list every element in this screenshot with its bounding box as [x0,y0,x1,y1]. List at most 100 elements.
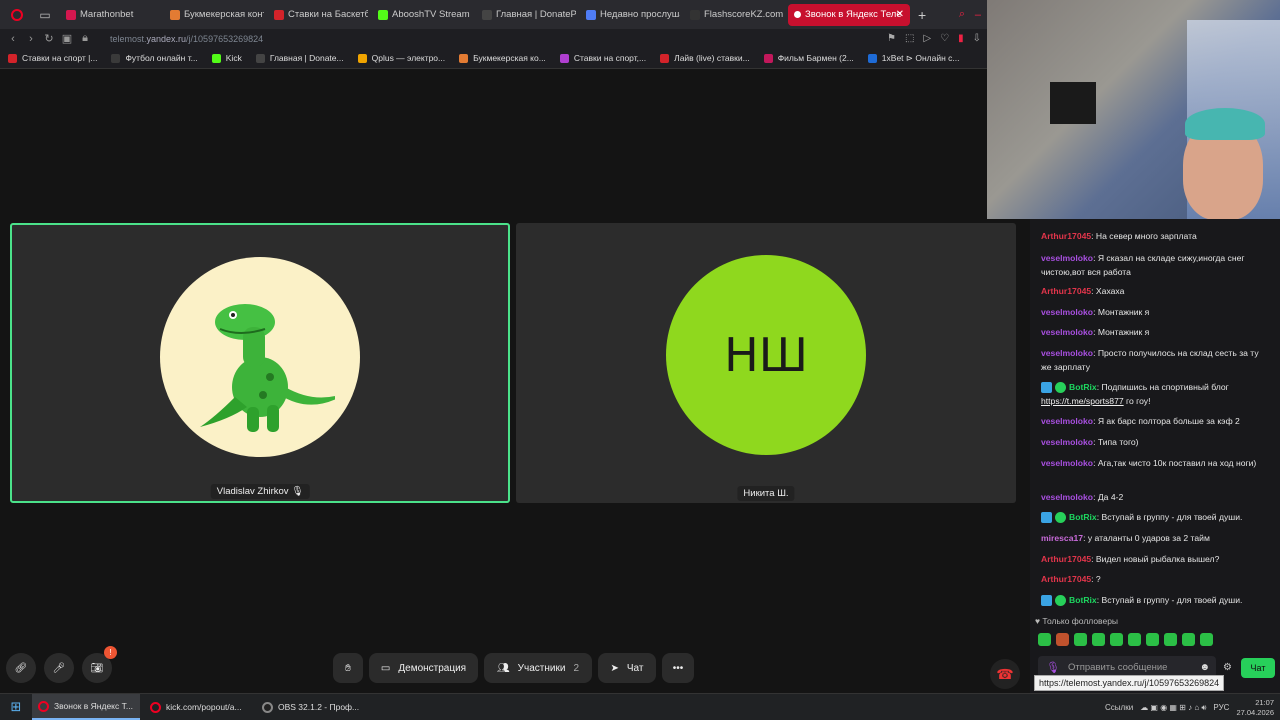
emoji-icon[interactable]: ☻ [1199,662,1210,673]
minimize-icon[interactable]: – [975,9,981,21]
copy-link-button[interactable]: 🔗︎ [6,653,36,683]
bookmark-page-icon[interactable]: ⚑ [887,33,896,44]
chat-username[interactable]: veselmoloko [1041,492,1093,502]
browser-tab[interactable]: Недавно прослуша [580,4,680,26]
tray-icons[interactable]: ☁ ▣ ◉ ▦ ⊞ ♪ ⌂ 🔊︎ [1140,703,1206,713]
clock[interactable]: 21:07 27.04.2026 [1236,698,1274,718]
bookmark-label: Ставки на спорт,... [573,53,647,63]
tab-active[interactable]: Звонок в Яндекс Теле ✕ [788,3,910,26]
taskbar-app[interactable]: kick.com/popout/a... [144,694,252,720]
url-field[interactable]: telemost.yandex.ru/j/10597653269824 [110,34,263,44]
emote-icon[interactable] [1164,633,1177,646]
chat-username[interactable]: Arthur17045 [1041,574,1091,584]
camera-button[interactable]: 📷︎! [82,646,117,683]
bookmark-item[interactable]: Kick [211,53,242,63]
bookmark-item[interactable]: Фильм Бармен (2... [763,53,854,63]
browser-tab-bar: ▭ Marathonbet Букмекерская конт Ставки на … [0,0,987,29]
emote-icon[interactable] [1092,633,1105,646]
bookmark-label: Kick [225,53,242,63]
heart-icon: ♥ [1035,616,1041,626]
vpn-icon[interactable]: ▮ [958,33,964,44]
screenshot-icon[interactable]: ⬚ [905,33,914,44]
emote-icon[interactable] [1128,633,1141,646]
emote-icon[interactable] [1056,633,1069,646]
reload-icon[interactable]: ↻ [40,32,58,45]
chat-send-button[interactable]: Чат [1241,658,1275,678]
snapshot-icon[interactable]: ▣ [58,32,76,45]
bookmark-item[interactable]: Ставки на спорт |... [8,53,97,63]
heart-icon[interactable]: ♡ [940,33,949,44]
tab-favicon-icon [66,9,76,20]
bookmark-item[interactable]: Qplus — электро... [357,53,445,63]
chat-username[interactable]: veselmoloko [1041,327,1093,337]
chat-username[interactable]: Arthur17045 [1041,231,1091,241]
mic-icon[interactable]: 🎙︎ [1046,661,1060,674]
chat-username[interactable]: veselmoloko [1041,416,1093,426]
download-icon[interactable]: ⇩ [973,33,981,44]
chat-text: : Монтажник я [1093,327,1150,337]
browser-tab[interactable]: Букмекерская конт [164,4,264,26]
chat-username[interactable]: veselmoloko [1041,348,1093,358]
chat-username[interactable]: Arthur17045 [1041,554,1091,564]
chat-username[interactable]: BotRix [1069,512,1097,522]
windows-start-icon[interactable]: ⊞ [0,694,32,720]
language-indicator[interactable]: РУС [1213,703,1229,712]
bookmark-item[interactable]: Ставки на спорт,... [559,53,647,63]
browser-tab[interactable]: FlashscoreKZ.com - [684,4,784,26]
taskbar-app[interactable]: Звонок в Яндекс Т... [32,694,140,720]
chat-text-after: го гоу! [1123,396,1151,406]
emote-icon[interactable] [1074,633,1087,646]
links-label[interactable]: Ссылки [1105,703,1133,712]
back-icon[interactable]: ‹ [4,33,22,45]
call-area: Vladislav Zhirkov 🎙︎ НШ Никита Ш. 🔗︎ 🎤︎ … [0,69,1030,693]
emote-icon[interactable] [1110,633,1123,646]
tab-favicon-icon [482,9,492,20]
search-icon[interactable]: ⌕ [959,8,965,21]
browser-tab[interactable]: AbooshTV Stream - [372,4,472,26]
emote-icon[interactable] [1200,633,1213,646]
chat-username[interactable]: veselmoloko [1041,458,1093,468]
chat-button[interactable]: ➤ Чат [598,653,656,683]
bookmark-item[interactable]: 1xBet ⊳ Онлайн с... [867,53,960,64]
participant-tile-1[interactable]: Vladislav Zhirkov 🎙︎ [10,223,510,503]
bookmark-item[interactable]: Букмекерская ко... [459,53,546,63]
raise-hand-button[interactable]: ✋︎ [333,653,363,683]
browser-tab[interactable]: Marathonbet [60,4,160,26]
more-button[interactable]: ••• [662,653,694,683]
emote-icon[interactable] [1182,633,1195,646]
close-tab-icon[interactable]: ✕ [896,9,904,20]
browser-tab[interactable]: Ставки на Баскетбо [268,4,368,26]
new-tab-icon[interactable]: + [918,7,926,23]
chat-username[interactable]: miresca17 [1041,533,1083,543]
participants-button[interactable]: 👥︎ Участники 2 [484,653,592,683]
workspaces-icon[interactable]: ▭ [34,4,56,26]
gear-icon[interactable]: ⚙ [1223,662,1232,673]
chat-username[interactable]: veselmoloko [1041,437,1093,447]
bookmark-item[interactable]: Футбол онлайн т... [111,53,198,63]
screen-share-label: Демонстрация [398,662,467,674]
followers-only-label: ♥ Только фолловеры [1035,616,1118,626]
chat-username[interactable]: veselmoloko [1041,253,1093,263]
chat-username[interactable]: veselmoloko [1041,307,1093,317]
chat-username[interactable]: BotRix [1069,382,1097,392]
emote-icon[interactable] [1038,633,1051,646]
bookmark-item[interactable]: Лайв (live) ставки... [660,53,750,63]
bookmark-item[interactable]: Главная | Donate... [255,53,344,63]
chat-username[interactable]: Arthur17045 [1041,286,1091,296]
chat-link[interactable]: https://t.me/sports877 [1041,396,1124,406]
browser-tab[interactable]: Главная | DonatePa [476,4,576,26]
chat-username[interactable]: BotRix [1069,595,1097,605]
bookmark-favicon-icon [867,53,877,63]
hang-up-button[interactable]: ☎︎ [990,659,1020,689]
screen-share-button[interactable]: ▭ Демонстрация [369,653,478,683]
taskbar-app[interactable]: OBS 32.1.2 - Проф... [256,694,364,720]
mic-button[interactable]: 🎤︎ [44,653,74,683]
participant-tile-2[interactable]: НШ Никита Ш. [516,223,1016,503]
forward-icon[interactable]: › [22,33,40,45]
emote-icon[interactable] [1146,633,1159,646]
bot-badge-icon [1041,512,1052,524]
opera-logo-icon[interactable] [6,4,28,26]
player-icon[interactable]: ▷ [923,33,931,44]
tab-label: Ставки на Баскетбо [288,9,368,20]
chat-text: : у аталанты 0 ударов за 2 тайм [1083,533,1210,543]
